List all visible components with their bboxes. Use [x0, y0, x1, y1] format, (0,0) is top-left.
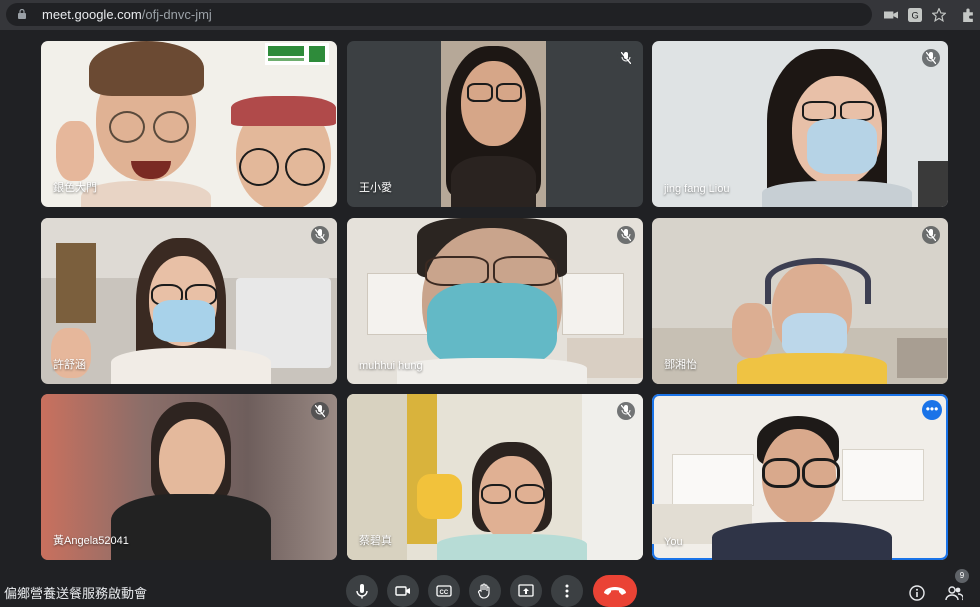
url-host: meet.google.com — [42, 7, 142, 22]
participant-tile[interactable]: 黃Angela52041 — [41, 394, 337, 560]
url-text[interactable]: meet.google.com/ofj-dnvc-jmj — [42, 7, 212, 22]
lock-icon[interactable] — [18, 9, 26, 19]
address-bar[interactable]: meet.google.com/ofj-dnvc-jmj G — [6, 3, 946, 26]
participant-name: muhhui hung — [359, 360, 423, 372]
star-icon[interactable] — [932, 8, 946, 22]
participant-tile[interactable]: muhhui hung — [347, 218, 643, 384]
svg-text:CC: CC — [440, 590, 449, 596]
video-camera-icon — [395, 586, 410, 596]
captions-icon: CC — [436, 585, 452, 597]
participant-video — [441, 41, 546, 207]
hand-icon — [478, 583, 490, 599]
logo-badge — [265, 43, 329, 65]
muted-mic-icon — [311, 402, 329, 420]
more-options-icon[interactable]: ••• — [922, 400, 942, 420]
participant-tile[interactable]: 銀色大門 — [41, 41, 337, 207]
leave-call-button[interactable] — [593, 575, 637, 607]
participant-name: 銀色大門 — [53, 182, 97, 194]
captions-button[interactable]: CC — [428, 575, 460, 607]
more-options-button[interactable] — [551, 575, 583, 607]
participant-name: You — [664, 536, 683, 548]
participant-tile[interactable]: jing fang Liou — [652, 41, 948, 207]
muted-mic-icon — [922, 49, 940, 67]
participant-count-badge: 9 — [955, 569, 969, 583]
participant-tile[interactable]: 鄧湘怡 — [652, 218, 948, 384]
extensions-icon[interactable] — [961, 8, 975, 22]
camera-icon[interactable] — [884, 8, 898, 22]
participant-tile[interactable]: 蔡碧真 — [347, 394, 643, 560]
people-icon[interactable] — [945, 585, 963, 601]
browser-toolbar: meet.google.com/ofj-dnvc-jmj G — [0, 0, 980, 30]
url-path: /ofj-dnvc-jmj — [141, 7, 212, 22]
hang-up-icon — [604, 587, 626, 595]
muted-mic-icon — [617, 402, 635, 420]
participant-tile[interactable]: 王小愛 — [347, 41, 643, 207]
participant-name: 黃Angela52041 — [53, 535, 129, 547]
muted-mic-icon — [922, 226, 940, 244]
camera-button[interactable] — [387, 575, 419, 607]
present-screen-icon — [518, 584, 534, 597]
microphone-button[interactable] — [346, 575, 378, 607]
participant-name: 蔡碧真 — [359, 535, 392, 547]
logo-image — [265, 43, 329, 65]
participant-name: 許舒涵 — [53, 359, 86, 371]
muted-mic-icon — [617, 226, 635, 244]
translate-icon[interactable]: G — [908, 8, 922, 22]
participant-name: 王小愛 — [359, 182, 392, 194]
svg-text:G: G — [912, 11, 919, 21]
participant-name: 鄧湘怡 — [664, 359, 697, 371]
muted-mic-icon — [617, 49, 635, 67]
info-icon[interactable] — [909, 585, 925, 601]
microphone-icon — [356, 584, 368, 599]
participant-tile[interactable]: 許舒涵 — [41, 218, 337, 384]
more-vert-icon — [565, 584, 569, 598]
raise-hand-button[interactable] — [469, 575, 501, 607]
participant-name: jing fang Liou — [664, 183, 730, 195]
present-button[interactable] — [510, 575, 542, 607]
meeting-title: 偏鄉營養送餐服務啟動會 — [4, 586, 148, 601]
muted-mic-icon — [311, 226, 329, 244]
self-tile[interactable]: ••• You — [652, 394, 948, 560]
